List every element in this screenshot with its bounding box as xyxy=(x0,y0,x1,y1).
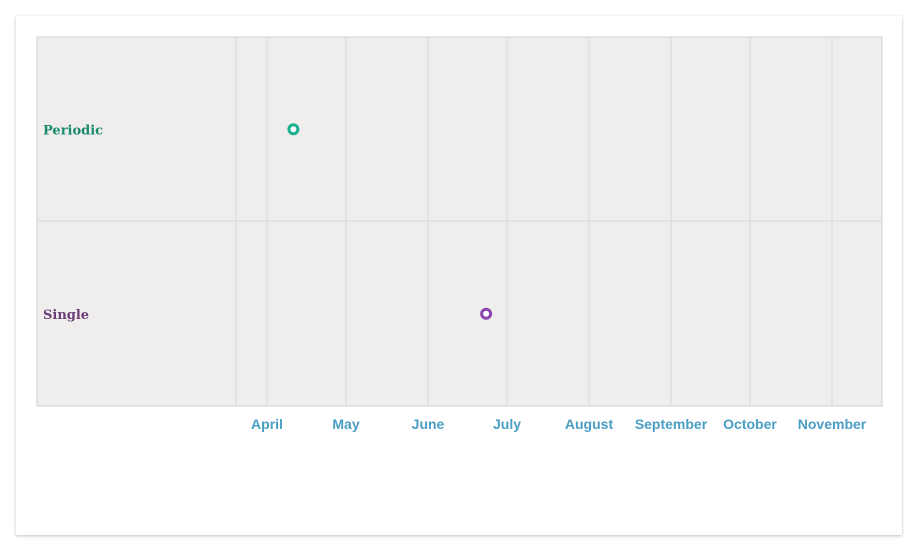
row-label-periodic: Periodic xyxy=(43,123,103,138)
tick-label-august: August xyxy=(565,416,614,432)
tick-label-october: October xyxy=(723,416,777,432)
tick-label-july: July xyxy=(493,416,521,432)
tick-label-september: September xyxy=(635,416,708,432)
tick-label-november: November xyxy=(798,416,867,432)
data-point-single[interactable] xyxy=(480,307,493,320)
x-axis-tick-labels: April May June July August September October No… xyxy=(251,416,867,432)
tick-label-april: April xyxy=(251,416,283,432)
tick-label-june: June xyxy=(412,416,445,432)
row-label-single: Single xyxy=(43,308,89,323)
timeline-chart: Periodic Single April May June July August Sep… xyxy=(36,36,883,432)
tick-label-may: May xyxy=(332,416,359,432)
data-point-periodic[interactable] xyxy=(287,123,300,136)
